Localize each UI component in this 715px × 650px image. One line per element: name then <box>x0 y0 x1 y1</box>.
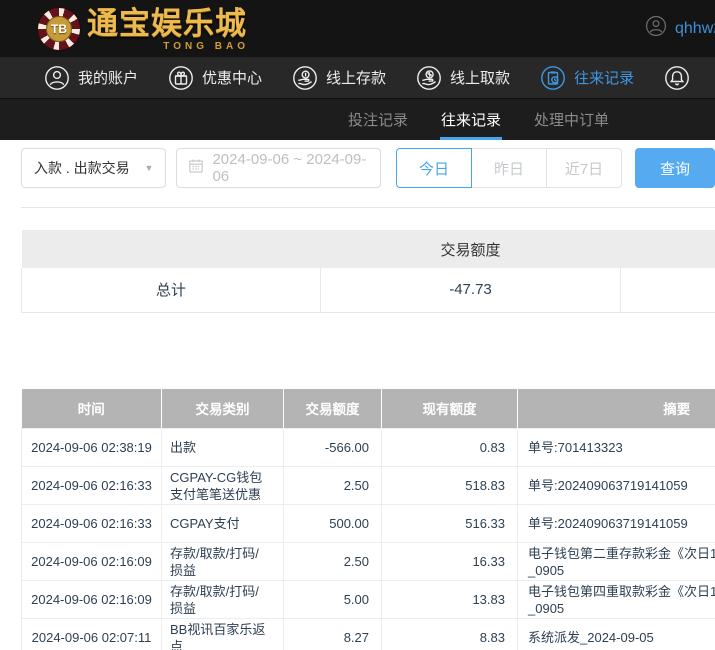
cell-type: BB视讯百家乐返 点 <box>161 618 284 650</box>
nav-item-promotions[interactable]: 优惠中心 <box>168 65 262 91</box>
cell-summary: 单号:701413323 <box>517 428 715 467</box>
last-7-days-button[interactable]: 近7日 <box>546 148 622 188</box>
search-button[interactable]: 查询 <box>635 148 715 188</box>
nav-item-transaction-records[interactable]: 往来记录 <box>540 65 634 91</box>
summary-header-empty <box>21 230 321 268</box>
cell-balance: 13.83 <box>381 580 518 619</box>
yesterday-button[interactable]: 昨日 <box>471 148 547 188</box>
account-icon <box>44 65 70 91</box>
tab-pending-orders[interactable]: 处理中订单 <box>533 99 610 140</box>
summary-header-cut <box>620 230 715 268</box>
brand-name-zh: 通宝娱乐城 <box>87 5 247 41</box>
tab-transaction-records[interactable]: 往来记录 <box>440 99 503 140</box>
date-range-value: 2024-09-06 ~ 2024-09-06 <box>212 151 367 185</box>
cell-time: 2024-09-06 02:38:19 <box>21 428 162 467</box>
cell-type: 出款 <box>161 428 284 467</box>
cell-amount: -566.00 <box>283 428 382 467</box>
nav-label: 我的账户 <box>78 70 139 87</box>
nav-item-withdraw[interactable]: 线上取款 <box>416 65 510 91</box>
nav-label: 线上存款 <box>326 70 387 87</box>
cell-amount: 5.00 <box>283 580 382 619</box>
nav-label: 线上取款 <box>450 70 511 87</box>
transaction-type-select[interactable]: 入款 . 出款交易 ▼ <box>21 148 167 188</box>
section-divider <box>21 207 715 208</box>
cell-balance: 516.33 <box>381 504 518 543</box>
nav-item-deposit[interactable]: 线上存款 <box>292 65 386 91</box>
gift-icon <box>168 65 194 91</box>
nav-label: 往来记录 <box>574 70 635 87</box>
transaction-type-value: 入款 . 出款交易 <box>34 160 130 176</box>
nav-label: 优惠中心 <box>202 70 263 87</box>
summary-total-cut <box>620 268 715 313</box>
brand-chip-logo: TB <box>38 7 80 50</box>
nav-item-my-account[interactable]: 我的账户 <box>44 65 138 91</box>
cell-balance: 518.83 <box>381 466 518 505</box>
summary-total-label: 总计 <box>21 268 321 313</box>
brand-name-en: TONG BAO <box>163 40 249 52</box>
chevron-down-icon: ▼ <box>144 163 154 173</box>
cell-amount: 500.00 <box>283 504 382 543</box>
brand-chip-monogram: TB <box>46 15 72 42</box>
cell-balance: 16.33 <box>381 542 518 581</box>
column-header-type: 交易类别 <box>161 388 284 429</box>
tab-betting-records[interactable]: 投注记录 <box>347 99 409 140</box>
cell-time: 2024-09-06 02:07:11 <box>21 618 162 650</box>
cell-summary: 电子钱包第二重存款彩金《次日1 _0905 <box>517 542 715 581</box>
table-row: 2024-09-06 02:16:09 存款/取款/打码/ 损益 2.50 16.33… <box>21 542 715 581</box>
user-account[interactable]: qhhw2 <box>645 0 715 57</box>
table-row: 2024-09-06 02:38:19 出款 -566.00 0.83 单号:70141… <box>21 428 715 467</box>
summary-header-row: 交易额度 <box>21 230 715 268</box>
cell-summary: 单号:202409063719141059 <box>517 504 715 543</box>
cell-summary: 单号:202409063719141059 <box>517 466 715 505</box>
cell-type: CGPAY支付 <box>161 504 284 543</box>
top-bar: TB 通宝娱乐城 TONG BAO qhhw2 <box>0 0 715 57</box>
records-icon <box>540 65 566 91</box>
brand-logo[interactable]: 通宝娱乐城 TONG BAO <box>87 5 249 52</box>
date-range-input[interactable]: 2024-09-06 ~ 2024-09-06 <box>176 148 381 188</box>
cell-time: 2024-09-06 02:16:33 <box>21 466 162 505</box>
withdraw-icon <box>416 65 442 91</box>
today-button[interactable]: 今日 <box>396 148 472 188</box>
filter-bar: 入款 . 出款交易 ▼ 2024-09-06 ~ 2024-09-06 今日 昨… <box>21 148 715 188</box>
cell-time: 2024-09-06 02:16:09 <box>21 542 162 581</box>
cell-balance: 0.83 <box>381 428 518 467</box>
transactions-body: 2024-09-06 02:38:19 出款 -566.00 0.83 单号:70141… <box>21 428 715 650</box>
deposit-icon <box>292 65 318 91</box>
username: qhhw2 <box>675 19 715 37</box>
record-tabs: 投注记录 往来记录 处理中订单 <box>0 99 715 140</box>
column-header-balance: 现有额度 <box>381 388 518 429</box>
bell-icon <box>664 65 690 91</box>
main-nav: 我的账户 优惠中心 线上存款 线上取款 往来记录 <box>0 57 715 99</box>
summary-total-row: 总计 -47.73 <box>21 268 715 313</box>
summary-table: 交易额度 总计 -47.73 <box>21 230 715 313</box>
summary-total-amount: -47.73 <box>320 268 621 313</box>
cell-balance: 8.83 <box>381 618 518 650</box>
column-header-summary: 摘要 <box>517 388 715 429</box>
cell-time: 2024-09-06 02:16:33 <box>21 504 162 543</box>
cell-amount: 2.50 <box>283 542 382 581</box>
cell-type: 存款/取款/打码/ 损益 <box>161 580 284 619</box>
transactions-table: 时间 交易类别 交易额度 现有额度 摘要 2024-09-06 02:38:19 出款 -5… <box>21 388 715 650</box>
cell-amount: 2.50 <box>283 466 382 505</box>
cell-summary: 电子钱包第四重取款彩金《次日1 _0905 <box>517 580 715 619</box>
column-header-amount: 交易额度 <box>283 388 382 429</box>
calendar-icon <box>188 158 204 178</box>
cell-type: 存款/取款/打码/ 损益 <box>161 542 284 581</box>
table-row: 2024-09-06 02:07:11 BB视讯百家乐返 点 8.27 8.83 系统派… <box>21 618 715 650</box>
transactions-header-row: 时间 交易类别 交易额度 现有额度 摘要 <box>21 388 715 429</box>
quick-date-buttons: 今日 昨日 近7日 <box>396 148 622 188</box>
table-row: 2024-09-06 02:16:09 存款/取款/打码/ 损益 5.00 13.83… <box>21 580 715 619</box>
user-avatar-icon <box>645 15 667 42</box>
cell-type: CGPAY-CG钱包 支付笔笔送优惠 <box>161 466 284 505</box>
cell-time: 2024-09-06 02:16:09 <box>21 580 162 619</box>
summary-header-amount: 交易额度 <box>320 230 621 268</box>
cell-amount: 8.27 <box>283 618 382 650</box>
table-row: 2024-09-06 02:16:33 CGPAY-CG钱包 支付笔笔送优惠 2.5… <box>21 466 715 505</box>
table-row: 2024-09-06 02:16:33 CGPAY支付 500.00 516.33 单号… <box>21 504 715 543</box>
column-header-time: 时间 <box>21 388 162 429</box>
nav-item-announcements[interactable] <box>664 65 698 91</box>
cell-summary: 系统派发_2024-09-05 <box>517 618 715 650</box>
